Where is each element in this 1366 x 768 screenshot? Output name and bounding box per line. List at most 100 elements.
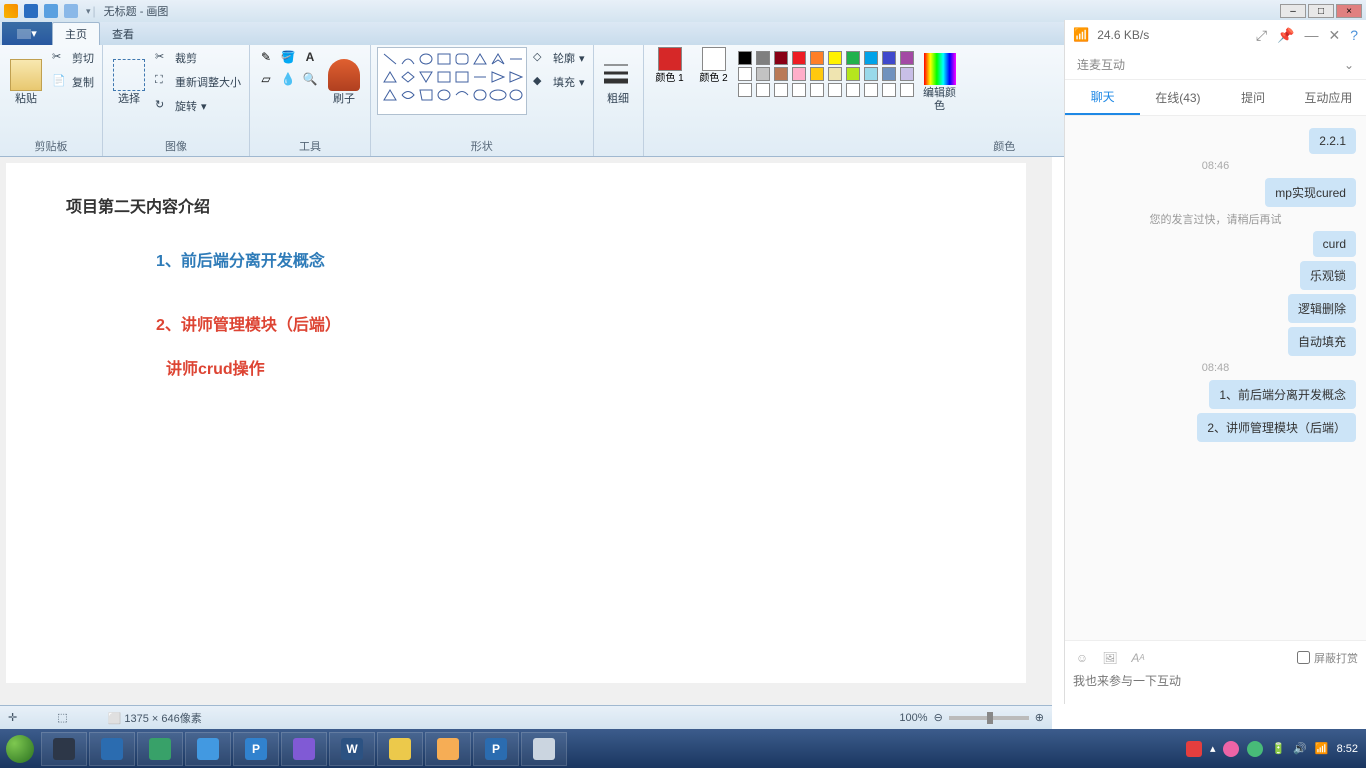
font-icon[interactable]: AA — [1129, 649, 1147, 667]
zoom-out-button[interactable]: ⊖ — [934, 711, 943, 724]
tray-icon[interactable] — [1247, 741, 1263, 757]
palette-color[interactable] — [774, 51, 788, 65]
brush-button[interactable]: 刷子 — [324, 47, 364, 119]
shape-fill-button[interactable]: ◆填充 ▾ — [531, 71, 587, 93]
clock[interactable]: 8:52 — [1337, 743, 1358, 755]
palette-color[interactable] — [810, 51, 824, 65]
close-button[interactable]: × — [1336, 4, 1362, 18]
palette-color[interactable] — [756, 67, 770, 81]
task-item[interactable] — [425, 732, 471, 766]
palette-empty[interactable] — [810, 83, 824, 97]
palette-color[interactable] — [756, 51, 770, 65]
task-item[interactable]: W — [329, 732, 375, 766]
pin-icon[interactable]: 📌 — [1277, 27, 1294, 44]
cut-button[interactable]: ✂剪切 — [50, 47, 96, 69]
expand-icon[interactable]: ⤢ — [1256, 27, 1267, 44]
task-item[interactable]: P — [473, 732, 519, 766]
undo-icon[interactable] — [44, 4, 58, 18]
task-item[interactable] — [89, 732, 135, 766]
canvas[interactable]: 项目第二天内容介绍 1、前后端分离开发概念 2、讲师管理模块（后端） 讲师cru… — [6, 163, 1026, 683]
palette-color[interactable] — [828, 51, 842, 65]
stroke-button[interactable]: 粗细 — [600, 47, 637, 119]
palette-empty[interactable] — [900, 83, 914, 97]
palette-empty[interactable] — [792, 83, 806, 97]
magnifier-tool[interactable]: 🔍 — [300, 69, 320, 89]
paste-button[interactable]: 粘贴 — [6, 47, 46, 119]
palette-color[interactable] — [774, 67, 788, 81]
minimize-button[interactable]: – — [1280, 4, 1306, 18]
eraser-tool[interactable]: ▱ — [256, 69, 276, 89]
bucket-tool[interactable]: 🪣 — [278, 47, 298, 67]
pencil-tool[interactable]: ✎ — [256, 47, 276, 67]
tab-home[interactable]: 主页 — [52, 22, 100, 45]
palette-color[interactable] — [792, 51, 806, 65]
copy-button[interactable]: 📄复制 — [50, 71, 96, 93]
task-item[interactable] — [377, 732, 423, 766]
palette-empty[interactable] — [774, 83, 788, 97]
help-icon[interactable]: ? — [1350, 27, 1358, 44]
minimize-chat-icon[interactable]: — — [1304, 27, 1318, 44]
start-button[interactable] — [0, 729, 40, 768]
palette-empty[interactable] — [756, 83, 770, 97]
chat-body[interactable]: 2.2.1 08:46 mp实现cured 您的发言过快，请稍后再试 curd … — [1065, 116, 1366, 640]
tab-online[interactable]: 在线(43) — [1140, 81, 1215, 114]
tab-ask[interactable]: 提问 — [1216, 81, 1291, 114]
palette-empty[interactable] — [846, 83, 860, 97]
palette-empty[interactable] — [864, 83, 878, 97]
color2-button[interactable]: 颜色 2 — [694, 47, 734, 97]
tray-icon[interactable] — [1186, 741, 1202, 757]
task-item[interactable] — [137, 732, 183, 766]
palette-color[interactable] — [882, 51, 896, 65]
task-item[interactable]: P — [233, 732, 279, 766]
palette-color[interactable] — [738, 51, 752, 65]
task-item[interactable] — [41, 732, 87, 766]
chevron-down-icon[interactable]: ⌄ — [1344, 58, 1354, 72]
edit-colors-button[interactable]: 编辑颜色 — [920, 47, 960, 119]
palette-color[interactable] — [900, 51, 914, 65]
redo-icon[interactable] — [64, 4, 78, 18]
image-icon[interactable]: 🖼 — [1101, 649, 1119, 667]
canvas-area[interactable]: 项目第二天内容介绍 1、前后端分离开发概念 2、讲师管理模块（后端） 讲师cru… — [0, 157, 1052, 705]
palette-color[interactable] — [864, 67, 878, 81]
close-chat-icon[interactable]: ✕ — [1328, 27, 1340, 44]
palette-color[interactable] — [738, 67, 752, 81]
palette-color[interactable] — [882, 67, 896, 81]
chat-header[interactable]: 连麦互动 ⌄ — [1065, 50, 1366, 80]
palette-color[interactable] — [828, 67, 842, 81]
maximize-button[interactable]: □ — [1308, 4, 1334, 18]
picker-tool[interactable]: 💧 — [278, 69, 298, 89]
shapes-gallery[interactable] — [377, 47, 527, 115]
palette-empty[interactable] — [828, 83, 842, 97]
shape-outline-button[interactable]: ◇轮廓 ▾ — [531, 47, 587, 69]
select-button[interactable]: 选择 — [109, 47, 149, 119]
tray-arrow-icon[interactable]: ▴ — [1210, 742, 1216, 755]
battery-icon[interactable]: 🔋 — [1271, 742, 1285, 755]
file-menu[interactable]: ▾ — [2, 22, 52, 45]
tab-view[interactable]: 查看 — [100, 22, 146, 45]
color1-button[interactable]: 颜色 1 — [650, 47, 690, 97]
palette-color[interactable] — [792, 67, 806, 81]
tray-icon[interactable] — [1223, 741, 1239, 757]
zoom-slider[interactable] — [949, 716, 1029, 720]
zoom-in-button[interactable]: ⊕ — [1035, 711, 1044, 724]
emoji-icon[interactable]: ☺ — [1073, 649, 1091, 667]
palette-color[interactable] — [900, 67, 914, 81]
task-item[interactable] — [281, 732, 327, 766]
fullscreen-checkbox[interactable]: 屏蔽打赏 — [1297, 650, 1358, 666]
network-icon[interactable]: 📶 — [1315, 742, 1329, 755]
resize-button[interactable]: ⛶重新调整大小 — [153, 71, 243, 93]
volume-icon[interactable]: 🔊 — [1293, 742, 1307, 755]
palette-empty[interactable] — [738, 83, 752, 97]
palette-color[interactable] — [810, 67, 824, 81]
text-tool[interactable]: A — [300, 47, 320, 67]
tab-chat[interactable]: 聊天 — [1065, 80, 1140, 115]
rotate-button[interactable]: ↻旋转 ▾ — [153, 95, 243, 117]
chat-input[interactable] — [1073, 674, 1358, 688]
task-item[interactable] — [521, 732, 567, 766]
tab-app[interactable]: 互动应用 — [1291, 81, 1366, 114]
palette-color[interactable] — [864, 51, 878, 65]
palette-color[interactable] — [846, 51, 860, 65]
palette-color[interactable] — [846, 67, 860, 81]
task-item[interactable] — [185, 732, 231, 766]
crop-button[interactable]: ✂裁剪 — [153, 47, 243, 69]
